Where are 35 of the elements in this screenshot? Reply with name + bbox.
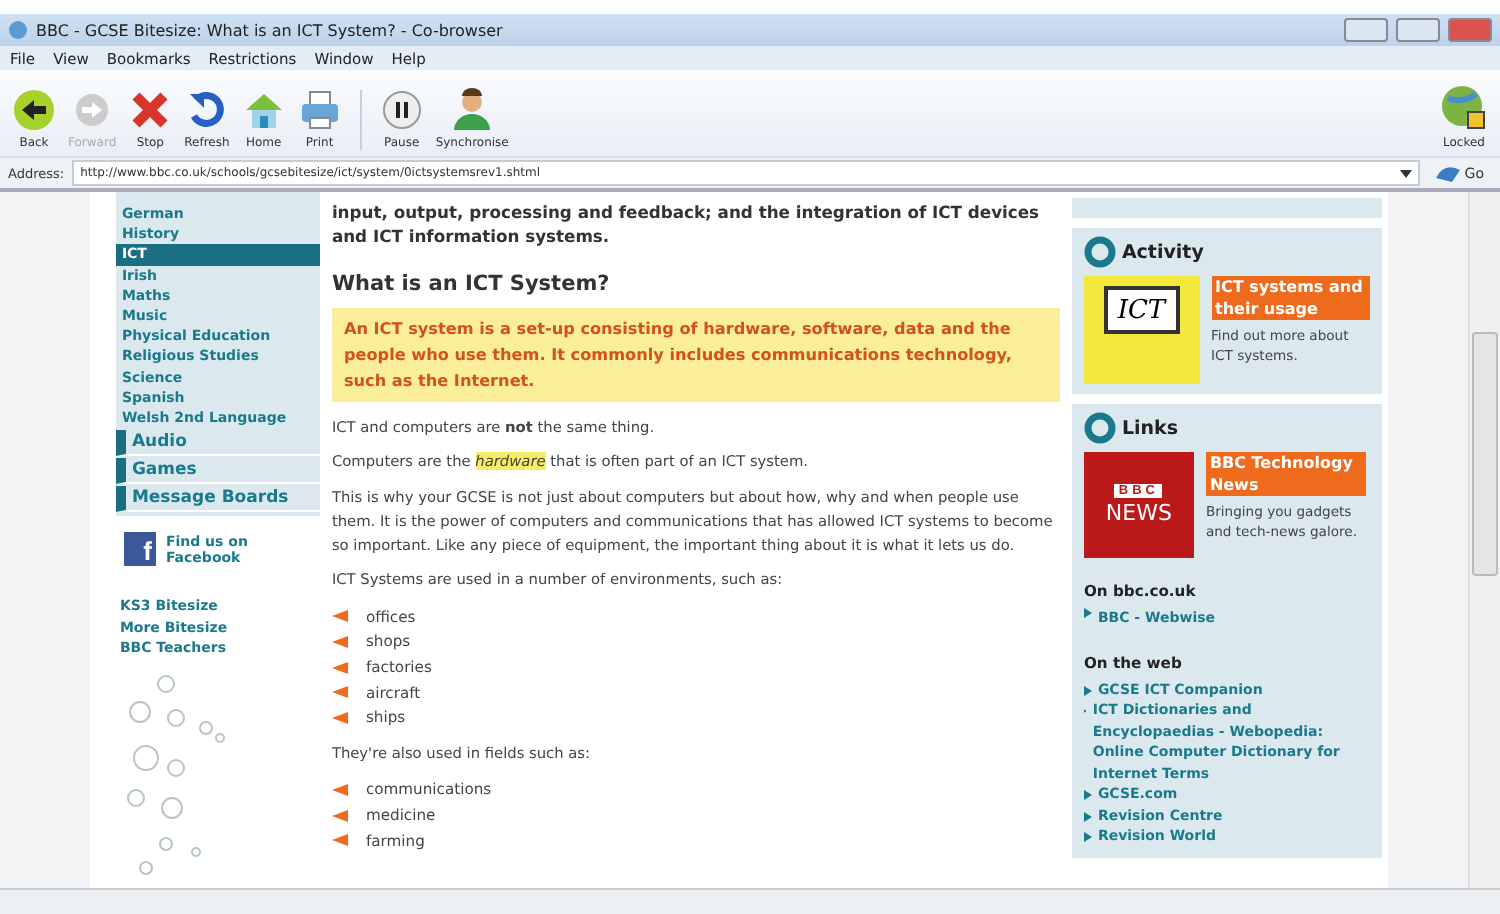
maximize-button[interactable] bbox=[1396, 18, 1440, 42]
bullet-icon bbox=[1083, 608, 1092, 618]
minimize-button[interactable] bbox=[1344, 18, 1388, 42]
bullet-icon bbox=[1083, 832, 1092, 842]
globe-icon bbox=[8, 20, 28, 40]
dropdown-caret-icon bbox=[1400, 169, 1413, 177]
intro-text: input, output, processing and feedback; and the integration of ICT devices and ICT information systems. bbox=[331, 200, 1042, 248]
nav-section-link[interactable]: Audio bbox=[115, 430, 320, 457]
close-button[interactable] bbox=[1448, 18, 1492, 42]
illustration-text: ICT bbox=[1103, 286, 1180, 334]
nav-section-link[interactable]: Message Boards bbox=[115, 486, 320, 513]
nav-section-link[interactable]: Games bbox=[115, 458, 320, 485]
scrollbar[interactable] bbox=[1468, 192, 1500, 888]
article-heading: What is an ICT System? bbox=[331, 272, 612, 296]
bullet-icon bbox=[1083, 790, 1092, 800]
facebook-logo: f bbox=[123, 532, 156, 567]
activity-link[interactable]: ICT systems and their usage bbox=[1211, 276, 1370, 320]
close-icon bbox=[128, 88, 173, 132]
home-icon bbox=[241, 88, 286, 132]
person-icon bbox=[450, 88, 495, 132]
pause-icon bbox=[379, 88, 424, 132]
panel-title: Links bbox=[1121, 417, 1178, 439]
globe-lock-icon bbox=[1440, 84, 1488, 132]
ring-icon bbox=[1083, 236, 1116, 268]
bullet-icon bbox=[1083, 811, 1092, 821]
news-link[interactable]: BBC Technology News bbox=[1205, 452, 1366, 496]
bullet-icon bbox=[1083, 685, 1092, 695]
go-arrow-icon bbox=[1436, 165, 1461, 181]
panel-title: Activity bbox=[1121, 241, 1204, 263]
window-title: BBC - GCSE Bitesize: What is an ICT System? - Co-browser bbox=[36, 21, 505, 39]
scroll-thumb[interactable] bbox=[1472, 332, 1499, 576]
printer-icon bbox=[297, 88, 342, 132]
ring-icon bbox=[1083, 412, 1116, 444]
definition-box: An ICT system is a set-up consisting of hardware, software, data and the people who use them. It commonly includes communications technology, such as the Internet. bbox=[331, 308, 1060, 402]
logo-text: NEWS bbox=[1105, 500, 1172, 526]
